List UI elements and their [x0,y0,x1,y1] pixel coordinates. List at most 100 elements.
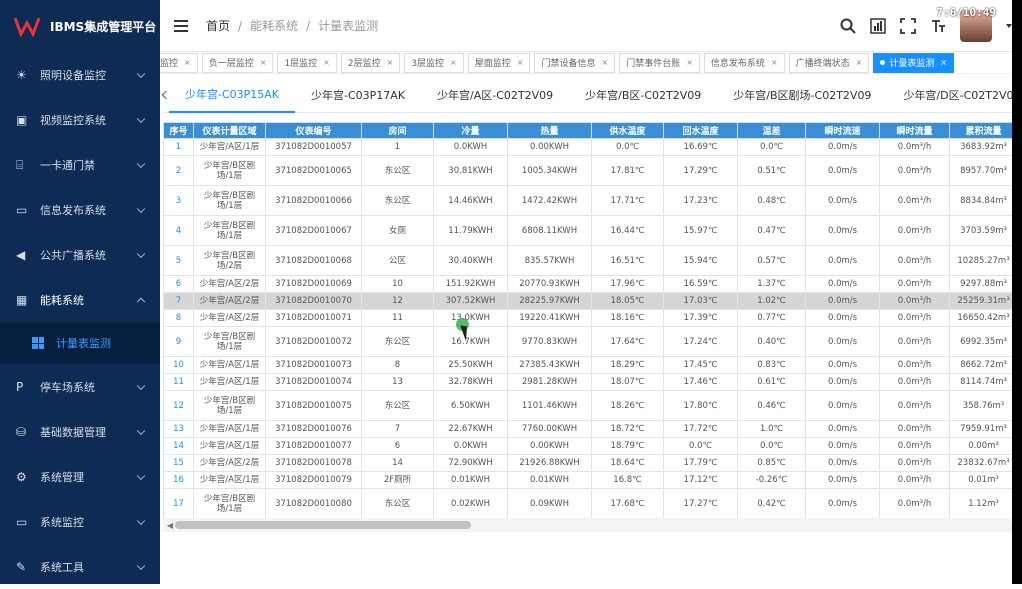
table-cell: 358.76m³ [949,390,1018,421]
table-row[interactable]: 4 少年宫/B区剧场/1层 371082D0010067 女厕 11.79KWH 6808… [163,215,1018,246]
sidebar-item[interactable]: ✎ 系统工具 [0,544,160,589]
table-row[interactable]: 6 少年宫/A区/2层 371082D0010069 10 151.92KWH 20770… [163,275,1018,293]
table-row[interactable]: 14 少年宫/A区/1层 371082D0010077 6 0.0KWH 0.00KWH 1… [163,437,1018,455]
column-header: 累积流量 [949,122,1018,139]
tag-item[interactable]: 负一层监控 × [201,52,274,73]
table-row[interactable]: 8 少年宫/A区/2层 371082D0010071 11 13.0KWH 19220.4… [163,309,1018,327]
sidebar-menu: ☀ 照明设备监控 ▣ 视频监控系统 ⌸ 一卡通门禁 ▭ 信息发布系统 ◀ 公共广播系统 ▦ 能耗系统计… [0,52,160,589]
sidebar-item[interactable]: ☀ 照明设备监控 [0,52,160,97]
tag-item[interactable]: 2层监控 × [340,52,401,73]
meter-tab[interactable]: 少年宫/A区-C02T2V09 [421,77,569,113]
table-cell: 9297.88m³ [949,275,1018,293]
table-row[interactable]: 17 少年宫/B区剧场/1层 371082D0010080 东公区 0.02KWH 0.0… [163,488,1018,518]
table-row[interactable]: 10 少年宫/A区/1层 371082D0010073 8 25.50KWH 27385.… [163,356,1018,374]
sidebar-item[interactable]: ▣ 视频监控系统 [0,97,160,142]
chevron-down-icon [136,159,146,168]
table-row[interactable]: 7 少年宫/A区/2层 371082D0010070 12 307.52KWH 28225… [163,292,1018,310]
table-row[interactable]: 5 少年宫/B区剧场/2层 371082D0010068 公区 30.40KWH 835.… [163,245,1018,276]
menu-toggle-icon[interactable] [174,19,188,32]
table-row[interactable]: 15 少年宫/A区/2层 371082D0010078 14 72.90KWH 21926… [163,454,1018,472]
table-row[interactable]: 9 少年宫/B区剧场/1层 371082D0010072 东公区 16.7KWH 9770… [163,326,1018,357]
meter-tab[interactable]: 少年宫-C03P17AK [295,77,421,113]
tabs-scroll-left-icon[interactable] [161,90,171,99]
tag-item[interactable]: 1层监控 × [277,52,337,73]
table-cell: 151.92KWH [433,275,508,293]
close-icon[interactable]: × [940,58,947,67]
close-icon[interactable]: × [686,58,693,67]
breadcrumb-current: 计量表监测 [318,19,379,33]
breadcrumb-home[interactable]: 首页 [206,17,230,34]
table-row[interactable]: 3 少年宫/B区剧场/1层 371082D0010066 东公区 14.46KWH 147… [163,185,1018,216]
table-cell: 9 [163,326,194,357]
parking-icon: P [16,379,24,394]
sidebar-item[interactable]: ◀ 公共广播系统 [0,232,160,277]
table-cell: 少年宫/B区剧场/1层 [193,326,266,357]
tag-item[interactable]: 门禁设备信息 × [534,52,616,73]
table-cell: 16 [163,471,194,489]
sidebar-item[interactable]: ⌸ 一卡通门禁 [0,142,160,187]
table-cell: 371082D0010078 [265,454,362,472]
logo[interactable]: IBMS集成管理平台 [0,0,160,52]
sidebar-subitem-meter[interactable]: 计量表监测 [0,322,160,364]
table-cell: 17 [163,488,194,518]
sidebar-item[interactable]: P 停车场系统 [0,364,160,409]
sidebar-item[interactable]: ▭ 信息发布系统 [0,187,160,232]
table-cell: 8 [361,356,434,374]
breadcrumb-energy[interactable]: 能耗系统 [250,17,298,34]
logo-icon [14,17,40,37]
table-cell: 7959.91m³ [949,420,1018,438]
scroll-left-icon[interactable]: ◀ [167,521,173,530]
font-size-icon[interactable] [930,18,946,34]
horizontal-scrollbar[interactable]: ◀ ▶ [163,518,1022,532]
table-cell: 1005.34KWH [507,155,592,186]
sidebar: IBMS集成管理平台 ☀ 照明设备监控 ▣ 视频监控系统 ⌸ 一卡通门禁 ▭ 信息发布系统 ◀ 公… [0,0,160,584]
table-cell: 少年宫/A区/1层 [193,356,266,374]
table-cell: 15.97℃ [663,215,738,246]
chevron-down-icon [136,381,146,390]
tag-item[interactable]: 计量表监测 × [873,52,955,73]
table-row[interactable]: 2 少年宫/B区剧场/1层 371082D0010065 东公区 30.81KWH 100… [163,155,1018,186]
close-icon[interactable]: × [260,58,267,67]
close-icon[interactable]: × [771,58,778,67]
chevron-down-icon [136,561,146,570]
chart-icon[interactable] [870,18,886,34]
tag-item[interactable]: 3层监控 × [404,52,464,73]
sidebar-item[interactable]: ⚙ 系统管理 [0,454,160,499]
sidebar-item[interactable]: ▦ 能耗系统 [0,277,160,322]
sidebar-item[interactable]: ▭ 系统监控 [0,499,160,544]
chevron-down-icon [136,426,146,435]
close-icon[interactable]: × [387,58,394,67]
table-row[interactable]: 16 少年宫/A区/1层 371082D0010079 2F厕所 0.01KWH 0.01… [163,471,1018,489]
close-icon[interactable]: × [517,58,524,67]
sidebar-item[interactable]: ⛁ 基础数据管理 [0,409,160,454]
table-cell: 0.0m³/h [879,356,950,374]
meter-tab[interactable]: 少年宫/D区-C02T2V09 [887,77,1022,113]
meter-tab[interactable]: 少年宫-C03P15AK [169,77,296,113]
table-cell: 17.23℃ [663,185,738,216]
table-row[interactable]: 12 少年宫/B区剧场/1层 371082D0010075 东公区 6.50KWH 110… [163,390,1018,421]
table-row[interactable]: 11 少年宫/A区/1层 371082D0010074 13 32.78KWH 2981.… [163,373,1018,391]
meter-tab[interactable]: 少年宫/B区-C02T2V09 [569,77,717,113]
close-icon[interactable]: × [184,58,191,67]
fullscreen-icon[interactable] [900,18,916,34]
sidebar-item-label: 基础数据管理 [40,425,106,439]
meter-tab[interactable]: 少年宫/B区剧场-C02T2V09 [717,77,887,113]
tag-item[interactable]: 屋面监控 × [467,52,531,73]
tag-item[interactable]: 信息发布系统 × [703,52,785,73]
scrollbar-thumb[interactable] [175,521,471,529]
table-row[interactable]: 1 少年宫/A区/1层 371082D0010057 1 0.0KWH 0.00KWH 0.… [163,138,1018,156]
tag-item[interactable]: 监控 × [160,52,198,73]
tag-item[interactable]: 广播终端状态 × [788,52,870,73]
table-cell: 1.12m³ [949,488,1018,518]
close-icon[interactable]: × [601,58,608,67]
table-row[interactable]: 13 少年宫/A区/1层 371082D0010076 7 22.67KWH 7760.0… [163,420,1018,438]
table-cell: 13 [361,373,434,391]
table-cell: 6992.35m³ [949,326,1018,357]
table-cell: 17.64℃ [591,326,664,357]
close-icon[interactable]: × [450,58,457,67]
tag-item[interactable]: 门禁事件台账 × [619,52,700,73]
close-icon[interactable]: × [323,58,330,67]
table-cell: 10 [163,356,194,374]
search-icon[interactable] [840,18,856,34]
close-icon[interactable]: × [856,58,863,67]
